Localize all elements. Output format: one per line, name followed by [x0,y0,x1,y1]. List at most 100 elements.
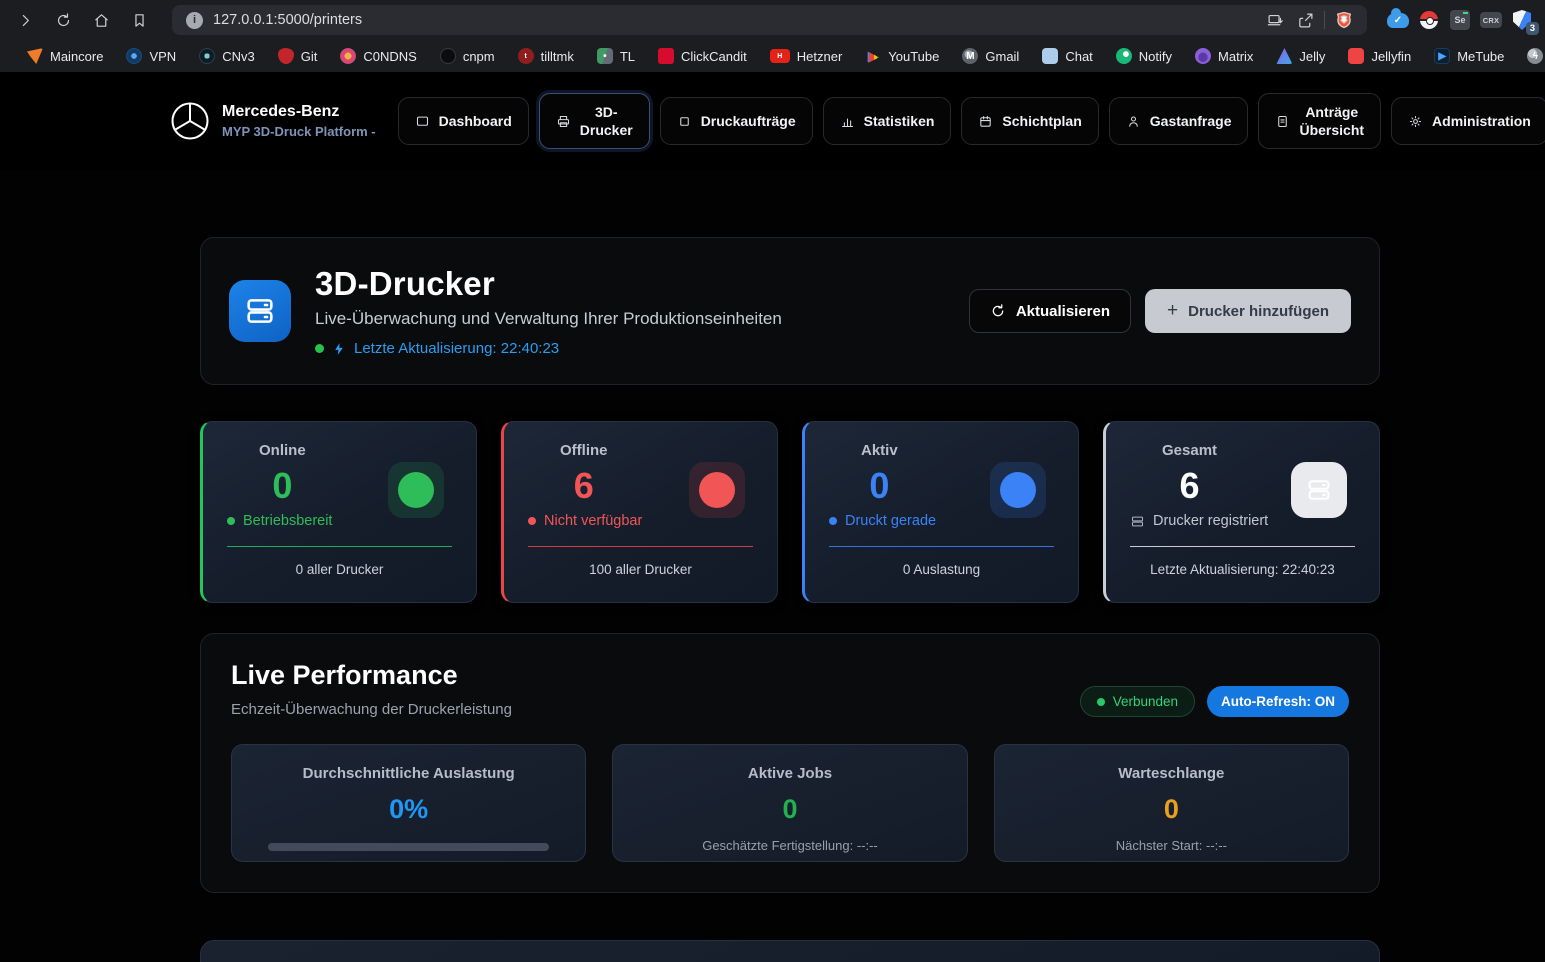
bookmark-linkwarden[interactable]: ϟLinkwarden [1527,48,1545,64]
lightning-icon [332,342,346,356]
divider [227,546,452,547]
metric-value: 0 [1019,794,1324,825]
auto-refresh-toggle[interactable]: Auto-Refresh: ON [1207,686,1349,717]
plus-icon: + [1167,300,1178,322]
brave-shield-icon[interactable] [1329,5,1359,35]
cloud-extension-icon[interactable] [1387,9,1409,31]
main-nav: Dashboard 3D-Drucker Druckaufträge Stati… [398,93,1545,149]
mercedes-logo-icon [170,101,210,141]
page-subtitle: Live-Überwachung und Verwaltung Ihrer Pr… [315,309,782,329]
stat-label: Offline [560,442,608,459]
printer-hero-icon [229,280,291,342]
clickcandit-favicon-icon [658,48,674,64]
nav-druckauftraege[interactable]: Druckaufträge [660,97,813,145]
bookmark-c0ndns[interactable]: C0NDNS [340,48,416,64]
bookmark-chat[interactable]: Chat [1042,48,1092,64]
bookmark-jelly[interactable]: Jelly [1276,48,1325,64]
brand[interactable]: Mercedes-Benz MYP 3D-Druck Platform - [170,101,376,141]
pokeball-extension-icon[interactable] [1418,9,1440,31]
shield-extension-icon[interactable]: 3 [1511,9,1533,31]
metric-value: 0% [256,794,561,825]
site-info-icon[interactable]: i [186,12,203,29]
divider [829,546,1054,547]
nav-antraege-uebersicht[interactable]: Anträge Übersicht [1258,93,1381,149]
person-icon [1126,114,1141,129]
bookmark-vpn[interactable]: VPN [126,48,176,64]
stat-value: 0 [869,465,889,507]
bookmark-clickcandit[interactable]: ClickCandit [658,48,747,64]
stat-value: 0 [272,465,292,507]
home-icon[interactable] [84,5,118,35]
stat-card-online: Online 0 Betriebsbereit 0 aller Drucker [200,421,477,603]
bookmark-icon[interactable] [122,5,156,35]
bookmark-matrix[interactable]: Matrix [1195,48,1253,64]
share-icon[interactable] [1290,5,1320,35]
metric-footer: Nächster Start: --:-- [1019,838,1324,853]
metric-label: Aktive Jobs [637,765,942,782]
utilization-progress-bar [268,843,549,851]
printer-mini-icon [1130,514,1145,529]
reload-icon[interactable] [46,5,80,35]
metric-card-auslastung: Durchschnittliche Auslastung 0% [231,744,586,862]
bookmark-tilltmk[interactable]: ttilltmk [518,48,574,64]
metric-footer: Geschätzte Fertigstellung: --:-- [637,838,942,853]
browser-toolbar: i 127.0.0.1:5000/printers Se CRX 3 [0,0,1545,40]
status-dot [528,517,536,525]
send-to-device-icon[interactable] [1260,5,1290,35]
bookmark-cnv3[interactable]: CNv3 [199,48,255,64]
chat-favicon-icon [1042,48,1058,64]
add-printer-button[interactable]: + Drucker hinzufügen [1145,289,1351,333]
bookmark-tl[interactable]: •TL [597,48,635,64]
nav-3d-drucker[interactable]: 3D-Drucker [539,93,650,149]
cnpm-favicon-icon [440,48,456,64]
extension-badge: 3 [1526,22,1539,35]
gear-icon [1408,114,1423,129]
bookmark-git[interactable]: Git [278,48,318,64]
nav-administration[interactable]: Administration [1391,97,1545,145]
live-performance-card: Live Performance Echzeit-Überwachung der… [200,633,1380,893]
last-update-row: Letzte Aktualisierung: 22:40:23 [315,340,782,357]
maincore-favicon-icon [27,48,43,64]
bookmark-cnpm[interactable]: cnpm [440,48,495,64]
stat-card-gesamt: Gesamt 6 Drucker registriert Letzte Aktu… [1103,421,1380,603]
bookmarks-bar: Maincore VPN CNv3 Git C0NDNS cnpm ttillt… [0,40,1545,72]
bookmark-metube[interactable]: ▶MeTube [1434,48,1504,64]
stat-footer: 100 aller Drucker [528,562,753,577]
nav-gastanfrage[interactable]: Gastanfrage [1109,97,1249,145]
linkwarden-favicon-icon: ϟ [1527,48,1543,64]
nav-schichtplan[interactable]: Schichtplan [961,97,1098,145]
forward-icon[interactable] [8,5,42,35]
page-content: 3D-Drucker Live-Überwachung und Verwaltu… [200,237,1380,962]
refresh-button[interactable]: Aktualisieren [969,289,1131,333]
hetzner-favicon-icon: H [770,49,790,63]
online-status-icon [388,462,444,518]
divider [528,546,753,547]
brand-name: Mercedes-Benz [222,103,376,121]
bookmark-hetzner[interactable]: HHetzner [770,49,843,64]
total-printers-icon [1291,462,1347,518]
nav-statistiken[interactable]: Statistiken [823,97,952,145]
stat-card-offline: Offline 6 Nicht verfügbar 100 aller Druc… [501,421,778,603]
metric-label: Warteschlange [1019,765,1324,782]
performance-subtitle: Echzeit-Überwachung der Druckerleistung [231,701,512,718]
youtube-favicon-icon: ▶ [865,48,881,64]
connected-badge: Verbunden [1080,686,1195,717]
package-icon [677,114,692,129]
bookmark-gmail[interactable]: MGmail [962,48,1019,64]
bookmark-notify[interactable]: Notify [1116,48,1172,64]
bookmark-youtube[interactable]: ▶YouTube [865,48,939,64]
hero-actions: Aktualisieren + Drucker hinzufügen [969,289,1351,333]
stat-card-aktiv: Aktiv 0 Druckt gerade 0 Auslastung [802,421,1079,603]
bookmark-jellyfin[interactable]: Jellyfin [1348,48,1411,64]
jelly-favicon-icon [1276,48,1292,64]
selenium-extension-icon[interactable]: Se [1449,9,1471,31]
url-text[interactable]: 127.0.0.1:5000/printers [213,12,1260,28]
url-bar[interactable]: i 127.0.0.1:5000/printers [172,5,1367,35]
bookmark-maincore[interactable]: Maincore [27,48,103,64]
extensions-area: Se CRX 3 [1379,9,1537,31]
crx-extension-icon[interactable]: CRX [1480,9,1502,31]
notify-favicon-icon [1116,48,1132,64]
stat-footer: 0 Auslastung [829,562,1054,577]
nav-dashboard[interactable]: Dashboard [398,97,529,145]
matrix-favicon-icon [1195,48,1211,64]
